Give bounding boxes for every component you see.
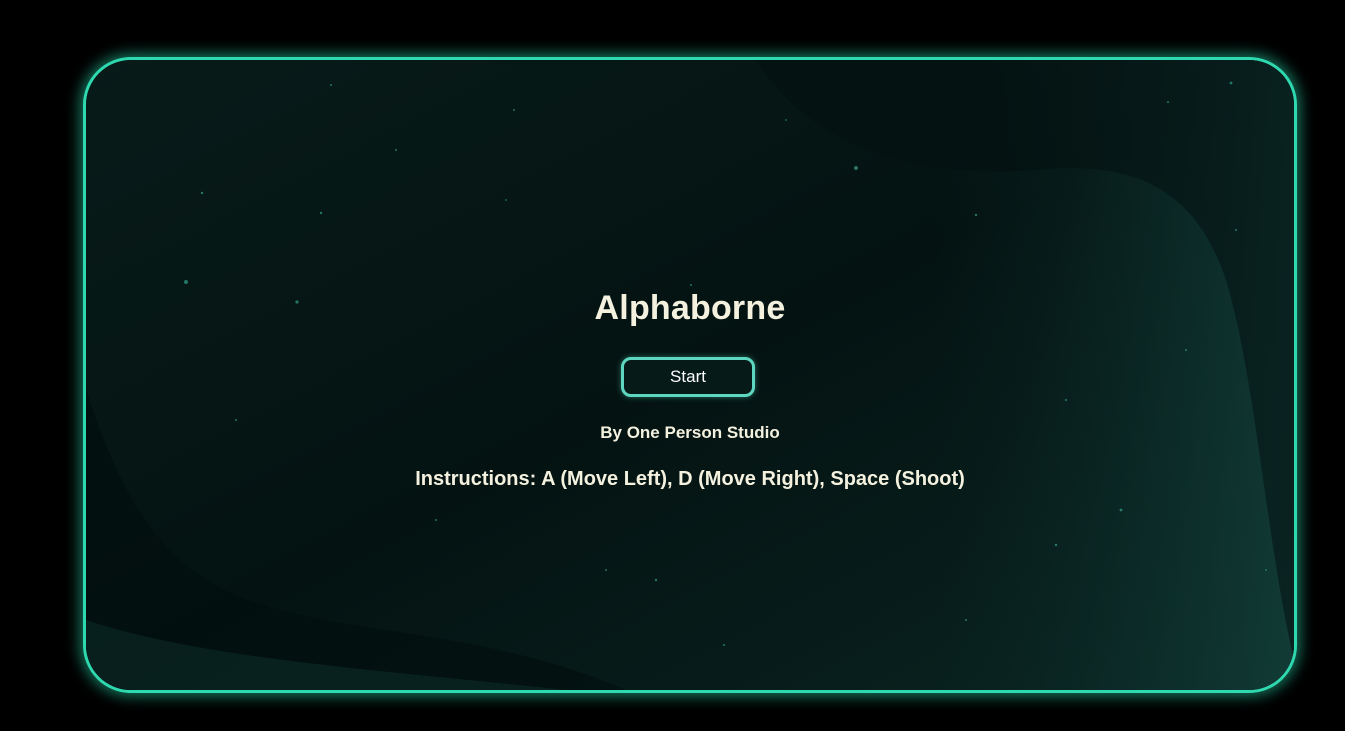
start-button[interactable]: Start: [621, 357, 755, 397]
game-title: Alphaborne: [594, 289, 786, 327]
game-stage: Alphaborne Start By One Person Studio In…: [83, 57, 1297, 693]
instructions-text: Instructions: A (Move Left), D (Move Rig…: [415, 468, 965, 490]
studio-byline: By One Person Studio: [600, 423, 780, 442]
